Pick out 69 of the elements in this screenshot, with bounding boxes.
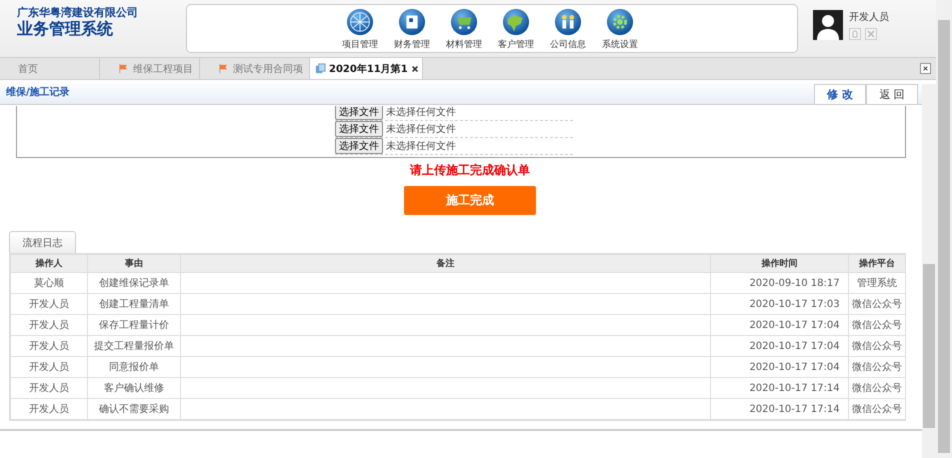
people-icon (554, 8, 582, 36)
column-header: 操作人 (10, 254, 88, 272)
module-button[interactable]: 项目管理 (335, 5, 385, 52)
table-cell: 微信公众号 (852, 299, 902, 310)
table-cell: 开发人员 (29, 320, 69, 331)
table-cell: 2020-10-17 17:14 (749, 382, 840, 394)
table-cell: 2020-09-10 18:17 (749, 278, 840, 288)
table-cell: 2020-10-17 17:03 (749, 298, 840, 310)
table-cell: 微信公众号 (852, 362, 902, 373)
choose-file-button[interactable]: 选择文件 (335, 138, 383, 154)
upload-hint: 请上传施工完成确认单 (408, 162, 531, 179)
column-header: 事由 (88, 254, 180, 272)
close-icon[interactable] (920, 63, 931, 74)
globe-icon (502, 8, 530, 36)
flag-icon (218, 63, 229, 74)
bell-icon[interactable] (849, 28, 861, 40)
module-button[interactable]: 客户管理 (491, 5, 541, 52)
scrollbar[interactable] (922, 84, 936, 458)
tab[interactable]: 2020年11月第1 (310, 58, 423, 79)
table-cell: 保存工程量计价 (99, 320, 169, 331)
table-cell: 莫心顺 (34, 278, 64, 289)
table-cell: 微信公众号 (852, 341, 902, 352)
log-tab[interactable]: 流程日志 (9, 231, 76, 253)
table-cell: 开发人员 (29, 404, 69, 415)
cart-icon (450, 8, 478, 36)
module-button[interactable]: 财务管理 (387, 5, 437, 52)
table-cell: 2020-10-17 17:04 (749, 320, 840, 330)
avatar-icon (813, 10, 843, 40)
column-header: 操作平台 (848, 254, 906, 272)
table-cell: 开发人员 (29, 362, 69, 373)
user-name: 开发人员 (849, 10, 889, 24)
table-cell: 开发人员 (29, 299, 69, 310)
table-cell: 提交工程量报价单 (94, 341, 174, 352)
module-button[interactable]: 系统设置 (595, 5, 645, 52)
table-cell: 2020-10-17 17:04 (749, 362, 840, 372)
settings-icon (606, 8, 634, 36)
table-cell: 管理系统 (857, 278, 897, 289)
file-status: 未选择任何文件 (386, 106, 456, 119)
table-cell: 2020-10-17 17:14 (749, 404, 840, 414)
column-header: 操作时间 (710, 254, 848, 272)
page-title: 维保/施工记录 (5, 85, 70, 99)
module-button[interactable]: 公司信息 (543, 5, 593, 52)
table-cell: 2020-10-17 17:04 (749, 340, 840, 352)
action-button[interactable]: 返 回 (866, 84, 918, 104)
choose-file-button[interactable]: 选择文件 (335, 106, 383, 120)
file-status: 未选择任何文件 (386, 140, 456, 153)
system-title: 业务管理系统 (17, 18, 114, 38)
action-button[interactable]: 修 改 (814, 84, 866, 104)
document-icon (315, 63, 326, 74)
company-name: 广东华粤湾建设有限公司 (17, 6, 139, 18)
scrollbar[interactable] (936, 0, 952, 458)
table-cell: 创建维保记录单 (99, 278, 169, 289)
globe-icon (346, 8, 374, 36)
column-header: 备注 (180, 254, 710, 272)
table-cell: 开发人员 (29, 341, 69, 352)
file-status: 未选择任何文件 (386, 122, 456, 136)
close-icon[interactable] (410, 64, 419, 72)
module-button[interactable]: 材料管理 (439, 5, 489, 52)
table-cell: 客户确认维修 (104, 383, 164, 394)
table-cell: 微信公众号 (852, 320, 902, 331)
choose-file-button[interactable]: 选择文件 (335, 121, 383, 137)
flag-icon (118, 63, 129, 74)
table-cell: 创建工程量清单 (99, 299, 169, 310)
table-cell: 微信公众号 (852, 404, 902, 415)
document-icon (398, 8, 426, 36)
table-cell: 开发人员 (29, 383, 69, 394)
table-cell: 同意报价单 (109, 362, 159, 373)
table-cell: 确认不需要采购 (99, 404, 169, 415)
table-cell: 微信公众号 (852, 383, 902, 394)
